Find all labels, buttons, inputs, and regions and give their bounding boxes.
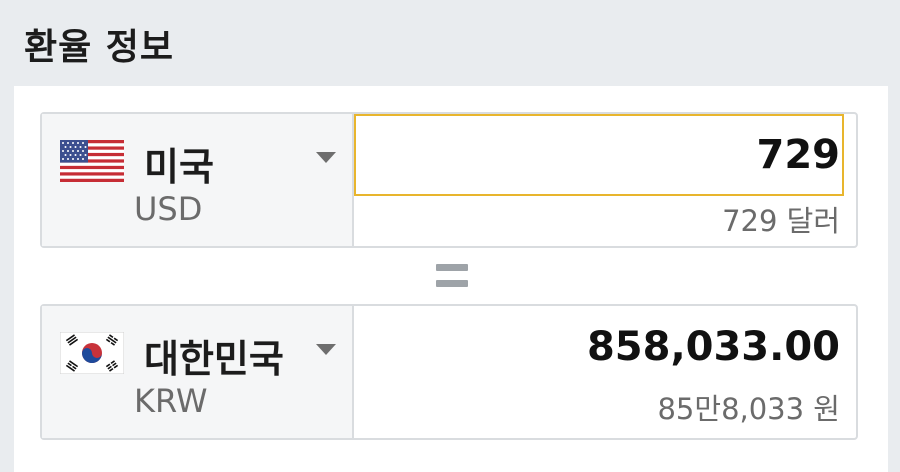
from-currency-select[interactable]: 미국 USD <box>42 114 354 246</box>
to-amount-words: 85만8,033 원 <box>657 392 840 426</box>
converted-amount: 858,033.00 <box>586 324 840 370</box>
from-currency-row: 미국 USD 729 달러 <box>40 112 858 248</box>
equals-icon <box>436 262 468 290</box>
to-amount-area: 858,033.00 85만8,033 원 <box>354 306 856 438</box>
chevron-down-icon[interactable] <box>316 152 336 163</box>
chevron-down-icon[interactable] <box>316 344 336 355</box>
exchange-rate-page: 환율 정보 미국 USD 729 729 달러 대한민국 KRW 858,033… <box>0 0 900 472</box>
to-currency-code: KRW <box>134 382 208 420</box>
to-currency-select[interactable]: 대한민국 KRW <box>42 306 354 438</box>
from-country-name: 미국 <box>144 145 214 189</box>
to-country-name: 대한민국 <box>144 337 284 381</box>
amount-input[interactable] <box>354 114 844 196</box>
from-currency-code: USD <box>134 190 203 228</box>
from-amount-area: 729 달러 <box>354 114 856 246</box>
us-flag-icon <box>60 140 124 182</box>
page-title: 환율 정보 <box>24 27 175 68</box>
kr-flag-icon <box>60 332 124 374</box>
to-currency-row: 대한민국 KRW 858,033.00 85만8,033 원 <box>40 304 858 440</box>
from-amount-words: 729 달러 <box>722 204 840 238</box>
